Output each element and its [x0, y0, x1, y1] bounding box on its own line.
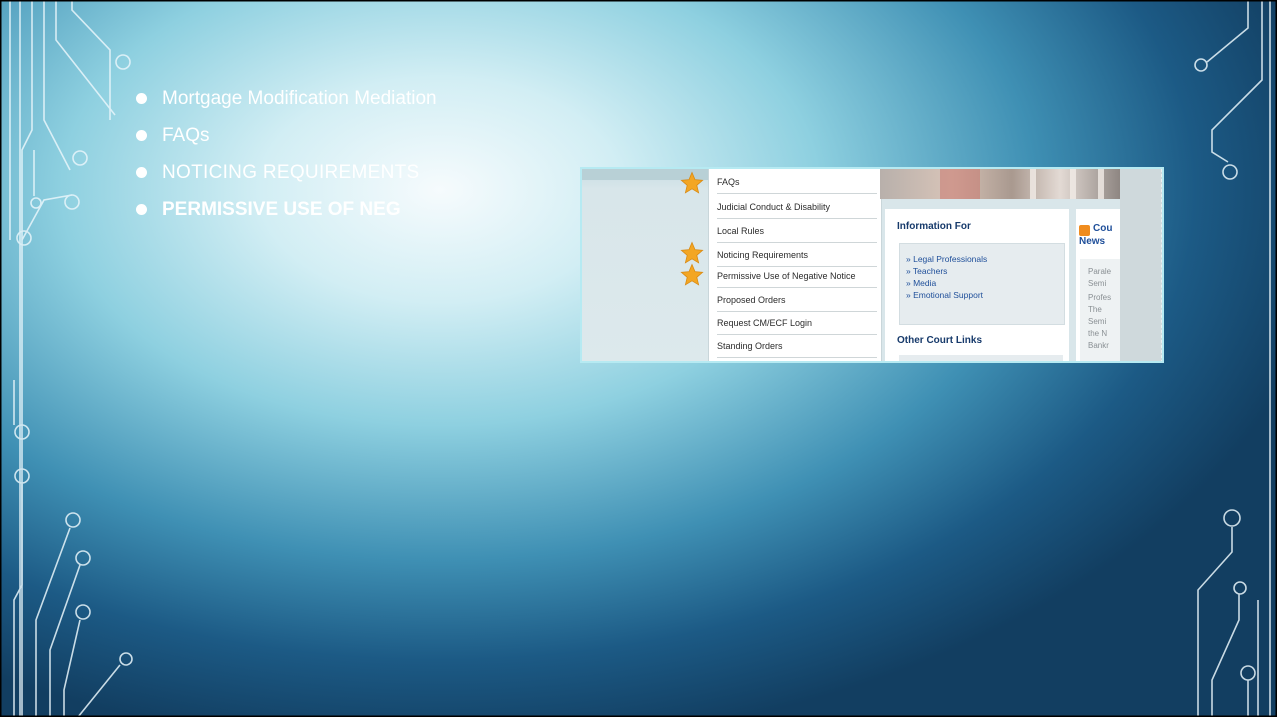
bullet-dot-icon: [136, 167, 147, 178]
bullet-faqs: FAQs: [136, 121, 437, 158]
news-line: Semi: [1088, 317, 1107, 326]
star-icon: [680, 263, 704, 286]
news-heading-2: News: [1079, 236, 1106, 247]
news-line: Bankr: [1088, 341, 1109, 350]
other-links-box: [899, 355, 1063, 361]
court-news-panel: Cou News Parale Semi Profes The Semi the…: [1076, 209, 1120, 361]
rss-icon: [1079, 225, 1090, 236]
bullet-text: Mortgage Modification Mediation: [162, 88, 437, 109]
banner-stripe: [1030, 169, 1036, 199]
banner-stripe: [1098, 169, 1104, 199]
banner-stripe: [1070, 169, 1076, 199]
information-for-heading: Information For: [897, 221, 971, 232]
link-emotional-support[interactable]: » Emotional Support: [906, 290, 983, 300]
news-heading: Cou: [1093, 223, 1113, 234]
bullet-text: FAQs: [162, 125, 210, 146]
bullet-dot-icon: [136, 204, 147, 215]
menu-item-standing-orders[interactable]: Standing Orders: [717, 335, 877, 358]
website-screenshot: FAQs Judicial Conduct & Disability Local…: [580, 167, 1164, 363]
star-icon: [680, 241, 704, 264]
link-media[interactable]: » Media: [906, 278, 936, 288]
news-line[interactable]: Parale: [1088, 267, 1111, 276]
banner-image: [880, 169, 1120, 199]
link-teachers[interactable]: » Teachers: [906, 266, 947, 276]
information-links-box: » Legal Professionals » Teachers » Media…: [899, 243, 1065, 325]
news-pane: Parale Semi Profes The Semi the N Bankr: [1080, 259, 1120, 361]
information-for-panel: Information For » Legal Professionals » …: [885, 209, 1069, 361]
screenshot-dashed-edge: [1161, 169, 1162, 361]
news-line: The: [1088, 305, 1102, 314]
bullet-dot-icon: [136, 93, 147, 104]
menu-item-local-rules[interactable]: Local Rules: [717, 220, 877, 243]
news-line: Profes: [1088, 293, 1112, 302]
menu-item-proposed-orders[interactable]: Proposed Orders: [717, 289, 877, 312]
menu-item-permissive-use[interactable]: Permissive Use of Negative Notice: [717, 265, 877, 288]
bullet-mortgage-modification: Mortgage Modification Mediation: [136, 84, 437, 121]
bullet-text: PERMISSIVE USE OF NEG: [162, 199, 401, 220]
banner-red-area: [940, 169, 980, 199]
slide: Mortgage Modification Mediation FAQs NOT…: [0, 0, 1277, 717]
news-line[interactable]: Semi: [1088, 279, 1106, 288]
menu-item-faqs[interactable]: FAQs: [717, 171, 877, 194]
link-legal-professionals[interactable]: » Legal Professionals: [906, 254, 987, 264]
menu-item-judicial-conduct[interactable]: Judicial Conduct & Disability: [717, 196, 877, 219]
news-line: the N: [1088, 329, 1108, 338]
bullet-dot-icon: [136, 130, 147, 141]
bullet-noticing-requirements: NOTICING REQUIREMENTS: [136, 158, 437, 195]
bullet-list: Mortgage Modification Mediation FAQs NOT…: [136, 84, 437, 232]
menu-item-noticing-requirements[interactable]: Noticing Requirements: [717, 244, 877, 267]
bullet-text: NOTICING REQUIREMENTS: [162, 162, 420, 183]
other-court-links-heading: Other Court Links: [897, 335, 983, 346]
bullet-permissive-use: PERMISSIVE USE OF NEG: [136, 195, 437, 232]
menu-item-request-login[interactable]: Request CM/ECF Login: [717, 312, 877, 335]
star-icon: [680, 171, 704, 194]
screenshot-right-margin: [1120, 169, 1162, 361]
screenshot-side-menu: FAQs Judicial Conduct & Disability Local…: [708, 169, 882, 361]
